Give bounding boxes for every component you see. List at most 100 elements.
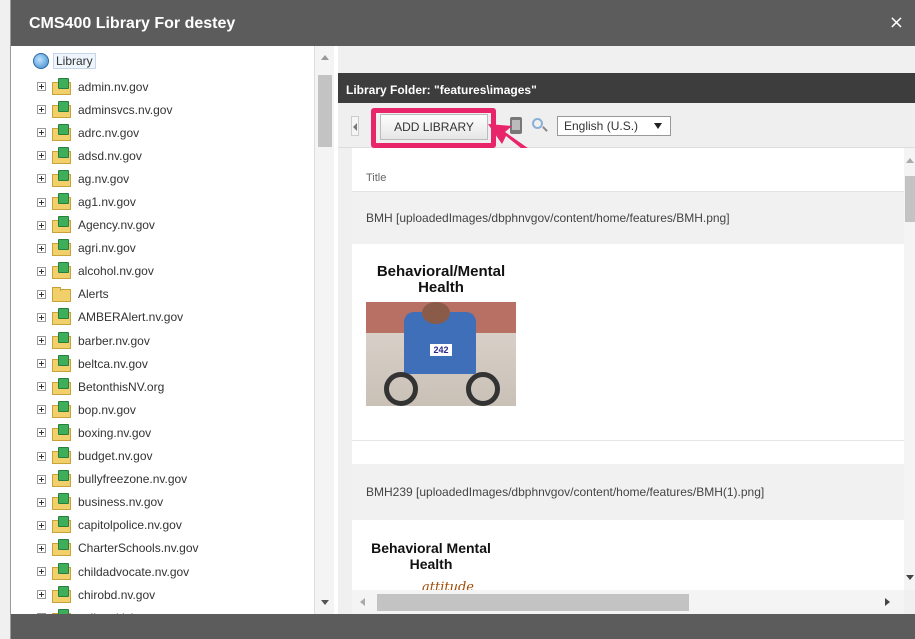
scroll-left-icon[interactable] [360, 598, 365, 606]
expand-plus-icon[interactable] [37, 128, 46, 138]
close-icon[interactable]: × [889, 12, 904, 33]
language-select[interactable]: English (U.S.) [557, 116, 671, 136]
tree-item[interactable]: adsd.nv.gov [37, 144, 327, 167]
chevron-down-icon [654, 123, 662, 129]
expand-plus-icon[interactable] [37, 451, 46, 461]
expand-plus-icon[interactable] [37, 174, 46, 184]
tree-item[interactable]: Agency.nv.gov [37, 214, 327, 237]
content-scroll-thumb[interactable] [905, 176, 915, 222]
jersey-number: 242 [430, 344, 452, 356]
site-folder-icon [52, 193, 71, 211]
expand-plus-icon[interactable] [37, 359, 46, 369]
tree-item[interactable]: boxing.nv.gov [37, 421, 327, 444]
thumbnail-caption: Behavioral Mental Health [371, 540, 491, 572]
image-thumbnail[interactable]: Behavioral Mental Health attitude mental [366, 540, 516, 590]
expand-plus-icon[interactable] [37, 567, 46, 577]
site-folder-icon [52, 377, 71, 395]
tree-item[interactable]: business.nv.gov [37, 491, 327, 514]
expand-plus-icon[interactable] [37, 428, 46, 438]
tree-item[interactable]: barber.nv.gov [37, 329, 327, 352]
expand-plus-icon[interactable] [37, 197, 46, 207]
scroll-down-icon[interactable] [906, 575, 914, 580]
tree-item-label: adrc.nv.gov [78, 125, 140, 140]
expand-plus-icon[interactable] [37, 382, 46, 392]
expand-plus-icon[interactable] [37, 289, 46, 299]
scroll-down-icon[interactable] [321, 600, 329, 605]
library-globe-icon [33, 53, 49, 69]
site-folder-icon [52, 516, 71, 534]
content-hscroll-thumb[interactable] [377, 594, 689, 611]
expand-plus-icon[interactable] [37, 105, 46, 115]
expand-plus-icon[interactable] [37, 474, 46, 484]
tree-scroll-thumb[interactable] [318, 75, 332, 147]
dialog-title: CMS400 Library For destey [29, 15, 236, 32]
tree-item-label: budget.nv.gov [78, 449, 153, 464]
tree-item[interactable]: adminsvcs.nv.gov [37, 98, 327, 121]
expand-plus-icon[interactable] [37, 312, 46, 322]
tree-scrollbar[interactable] [314, 46, 334, 614]
expand-plus-icon[interactable] [37, 151, 46, 161]
tree-item[interactable]: childadvocate.nv.gov [37, 560, 327, 583]
site-folder-icon [52, 354, 71, 372]
tree-item[interactable]: ag.nv.gov [37, 167, 327, 190]
expand-plus-icon[interactable] [37, 520, 46, 530]
expand-plus-icon[interactable] [37, 336, 46, 346]
tree-item[interactable]: BetonthisNV.org [37, 375, 327, 398]
site-folder-icon [52, 169, 71, 187]
library-tree: Library admin.nv.gov adminsvcs.nv.gov adrc… [11, 46, 335, 614]
site-folder-icon [52, 423, 71, 441]
table-row[interactable]: BMH239 [uploadedImages/dbphnvgov/content… [352, 464, 904, 520]
tree-item[interactable]: bullyfreezone.nv.gov [37, 468, 327, 491]
expand-plus-icon[interactable] [37, 497, 46, 507]
scroll-up-icon[interactable] [906, 158, 914, 163]
tree-item[interactable]: alcohol.nv.gov [37, 260, 327, 283]
expand-plus-icon[interactable] [37, 405, 46, 415]
site-folder-icon [52, 470, 71, 488]
tree-item-label: adminsvcs.nv.gov [78, 102, 173, 117]
back-arrow-icon[interactable] [351, 116, 359, 136]
tree-item[interactable]: agri.nv.gov [37, 237, 327, 260]
scroll-up-icon[interactable] [321, 55, 329, 60]
table-row[interactable]: BMH [uploadedImages/dbphnvgov/content/ho… [352, 192, 904, 244]
tree-item-label: beltca.nv.gov [78, 356, 148, 371]
tree-list: admin.nv.gov adminsvcs.nv.gov adrc.nv.gov a… [37, 75, 327, 614]
language-select-value: English (U.S.) [564, 119, 639, 133]
tree-item[interactable]: ag1.nv.gov [37, 190, 327, 213]
content-vertical-scrollbar[interactable] [904, 148, 915, 590]
tree-item[interactable]: budget.nv.gov [37, 445, 327, 468]
content-horizontal-scrollbar[interactable] [352, 590, 904, 614]
tree-root[interactable]: Library [33, 52, 96, 70]
tree-item[interactable]: AMBERAlert.nv.gov [37, 306, 327, 329]
site-folder-icon [52, 585, 71, 603]
tree-item[interactable]: adrc.nv.gov [37, 121, 327, 144]
tree-item[interactable]: capitolpolice.nv.gov [37, 514, 327, 537]
site-folder-icon [52, 146, 71, 164]
tree-root-label: Library [53, 53, 96, 69]
tree-item[interactable]: CharterSchools.nv.gov [37, 537, 327, 560]
dialog-footer-bar [11, 614, 915, 639]
expand-plus-icon[interactable] [37, 220, 46, 230]
tree-item-label: ag1.nv.gov [78, 195, 136, 210]
tree-item-label: childadvocate.nv.gov [78, 564, 190, 579]
site-folder-icon [52, 493, 71, 511]
tree-item[interactable]: chirobd.nv.gov [37, 583, 327, 606]
image-thumbnail[interactable]: Behavioral/Mental Health 242 [366, 264, 516, 416]
tree-item-label: adsd.nv.gov [78, 148, 142, 163]
expand-plus-icon[interactable] [37, 266, 46, 276]
tree-item[interactable]: collegekickstart.nv.gov [37, 606, 327, 614]
site-folder-icon [52, 562, 71, 580]
add-library-highlight-box [371, 108, 496, 148]
tree-item-label: boxing.nv.gov [78, 425, 152, 440]
tree-item-label: alcohol.nv.gov [78, 264, 154, 279]
column-header-title[interactable]: Title [352, 148, 904, 192]
tree-item[interactable]: beltca.nv.gov [37, 352, 327, 375]
tree-item[interactable]: bop.nv.gov [37, 398, 327, 421]
tree-item[interactable]: admin.nv.gov [37, 75, 327, 98]
tree-item[interactable]: Alerts [37, 283, 327, 306]
expand-plus-icon[interactable] [37, 243, 46, 253]
expand-plus-icon[interactable] [37, 82, 46, 92]
scroll-right-icon[interactable] [885, 598, 890, 606]
expand-plus-icon[interactable] [37, 543, 46, 553]
expand-plus-icon[interactable] [37, 590, 46, 600]
thumbnail-caption: Behavioral/Mental Health [376, 263, 506, 296]
